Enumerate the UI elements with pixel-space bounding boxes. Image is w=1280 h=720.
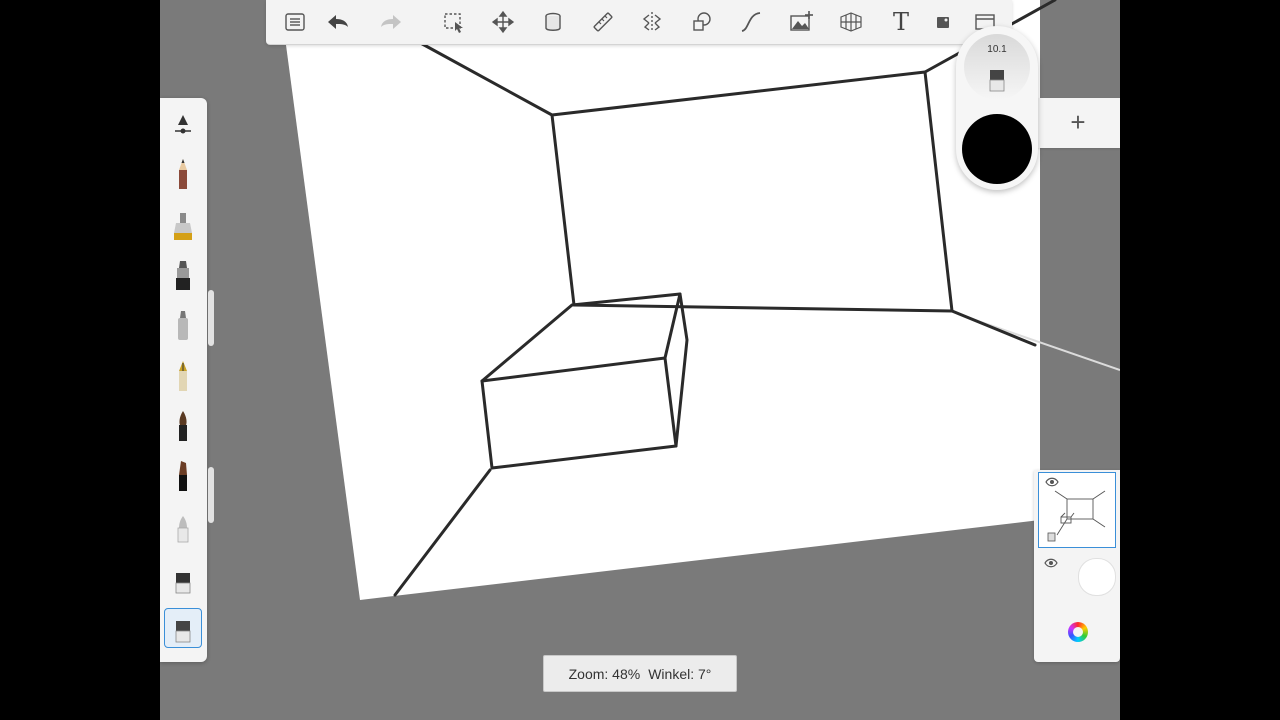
background-layer-thumbnail[interactable] <box>1038 554 1116 600</box>
image-insert-icon[interactable] <box>785 6 817 38</box>
fill-bucket-icon[interactable] <box>537 6 569 38</box>
color-wheel-icon[interactable] <box>1068 622 1088 642</box>
brush-palette <box>160 98 207 662</box>
hard-eraser-icon[interactable] <box>164 608 202 648</box>
layer-thumbnail-1[interactable] <box>1038 472 1116 548</box>
eye-icon[interactable] <box>1044 558 1058 568</box>
ruler-icon[interactable] <box>587 6 619 38</box>
layer-list-icon[interactable] <box>279 6 311 38</box>
brush-size-label: 10.1 <box>987 44 1007 55</box>
ink-pen-icon[interactable] <box>164 255 202 295</box>
eye-icon[interactable] <box>1045 477 1059 487</box>
chisel-brush-icon[interactable] <box>164 456 202 496</box>
brush-puck[interactable]: 10.1 <box>956 26 1038 190</box>
pencil-icon[interactable] <box>164 154 202 194</box>
symmetry-icon[interactable] <box>636 6 668 38</box>
top-toolbar: T <box>266 0 1012 45</box>
undo-icon[interactable] <box>322 6 354 38</box>
redo-icon[interactable] <box>375 6 407 38</box>
perspective-grid-icon[interactable] <box>835 6 867 38</box>
sketch-app: T + 10.1 Zoom: 48% Winkel: 7° <box>160 0 1120 720</box>
eraser-block-icon[interactable] <box>164 558 202 598</box>
layer-preview <box>1047 490 1106 542</box>
marker-icon[interactable] <box>164 305 202 345</box>
text-icon[interactable]: T <box>885 6 917 38</box>
transform-icon[interactable] <box>487 6 519 38</box>
brush-settings-icon[interactable] <box>164 102 202 142</box>
airbrush-icon[interactable] <box>164 205 202 245</box>
eraser-icon <box>989 70 1005 92</box>
zoom-readout: Zoom: 48% <box>568 665 641 682</box>
background-color-swatch[interactable] <box>1078 558 1116 596</box>
angle-readout: Winkel: 7° <box>648 665 712 682</box>
stencil-icon[interactable] <box>928 6 960 38</box>
layer-panel <box>1034 470 1120 662</box>
brush-size-control[interactable]: 10.1 <box>964 34 1030 100</box>
zoom-angle-indicator: Zoom: 48% Winkel: 7° <box>543 655 737 692</box>
paintbrush-icon[interactable] <box>164 406 202 446</box>
selection-icon[interactable] <box>438 6 470 38</box>
soft-eraser-icon[interactable] <box>164 507 202 547</box>
brush-palette-handle[interactable] <box>208 290 214 346</box>
add-layer-button[interactable]: + <box>1066 108 1090 136</box>
fountain-pen-icon[interactable] <box>164 356 202 396</box>
brush-palette-handle[interactable] <box>208 467 214 523</box>
current-color-swatch[interactable] <box>962 114 1032 184</box>
shape-icon[interactable] <box>686 6 718 38</box>
curve-icon[interactable] <box>735 6 767 38</box>
